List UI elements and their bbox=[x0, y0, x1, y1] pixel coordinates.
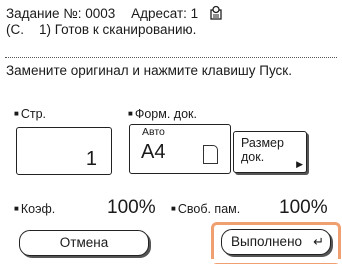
queue-icon bbox=[208, 5, 224, 24]
doc-size-line2: док. bbox=[241, 150, 265, 164]
arrow-right-icon: ▶ bbox=[296, 159, 303, 169]
ratio-value: 100% bbox=[107, 197, 156, 218]
pages-value: 1 bbox=[85, 148, 97, 170]
execute-button[interactable]: Выполнено ↵ bbox=[221, 229, 331, 255]
cancel-button[interactable]: Отмена bbox=[19, 230, 149, 256]
instruction-text: Замените оригинал и нажмите клавишу Пуск… bbox=[6, 63, 292, 78]
pages-display: 1 bbox=[16, 127, 112, 175]
addressee-count: Адресат: 1 bbox=[131, 6, 199, 21]
ratio-label: Коэф. bbox=[14, 202, 55, 216]
divider bbox=[5, 57, 337, 58]
progress-line: (С. 1) Готов к сканированию. bbox=[6, 22, 197, 37]
doc-size-button[interactable]: Размер док. ▶ bbox=[233, 131, 307, 173]
format-display: Авто A4 bbox=[129, 124, 231, 174]
pages-label: Стр. bbox=[14, 107, 46, 121]
auto-label: Авто bbox=[142, 126, 165, 138]
format-label: Форм. док. bbox=[128, 107, 197, 121]
job-number: Задание №: 0003 bbox=[6, 6, 116, 21]
cancel-label: Отмена bbox=[59, 235, 109, 250]
doc-size-line1: Размер bbox=[241, 136, 284, 150]
free-memory-label: Своб. пам. bbox=[171, 202, 240, 216]
format-size: A4 bbox=[141, 141, 166, 163]
screen-bottom-edge bbox=[0, 259, 342, 263]
paper-sheet-icon bbox=[203, 145, 218, 164]
enter-icon: ↵ bbox=[313, 234, 324, 249]
free-memory-value: 100% bbox=[279, 197, 328, 218]
execute-label: Выполнено bbox=[231, 234, 303, 249]
